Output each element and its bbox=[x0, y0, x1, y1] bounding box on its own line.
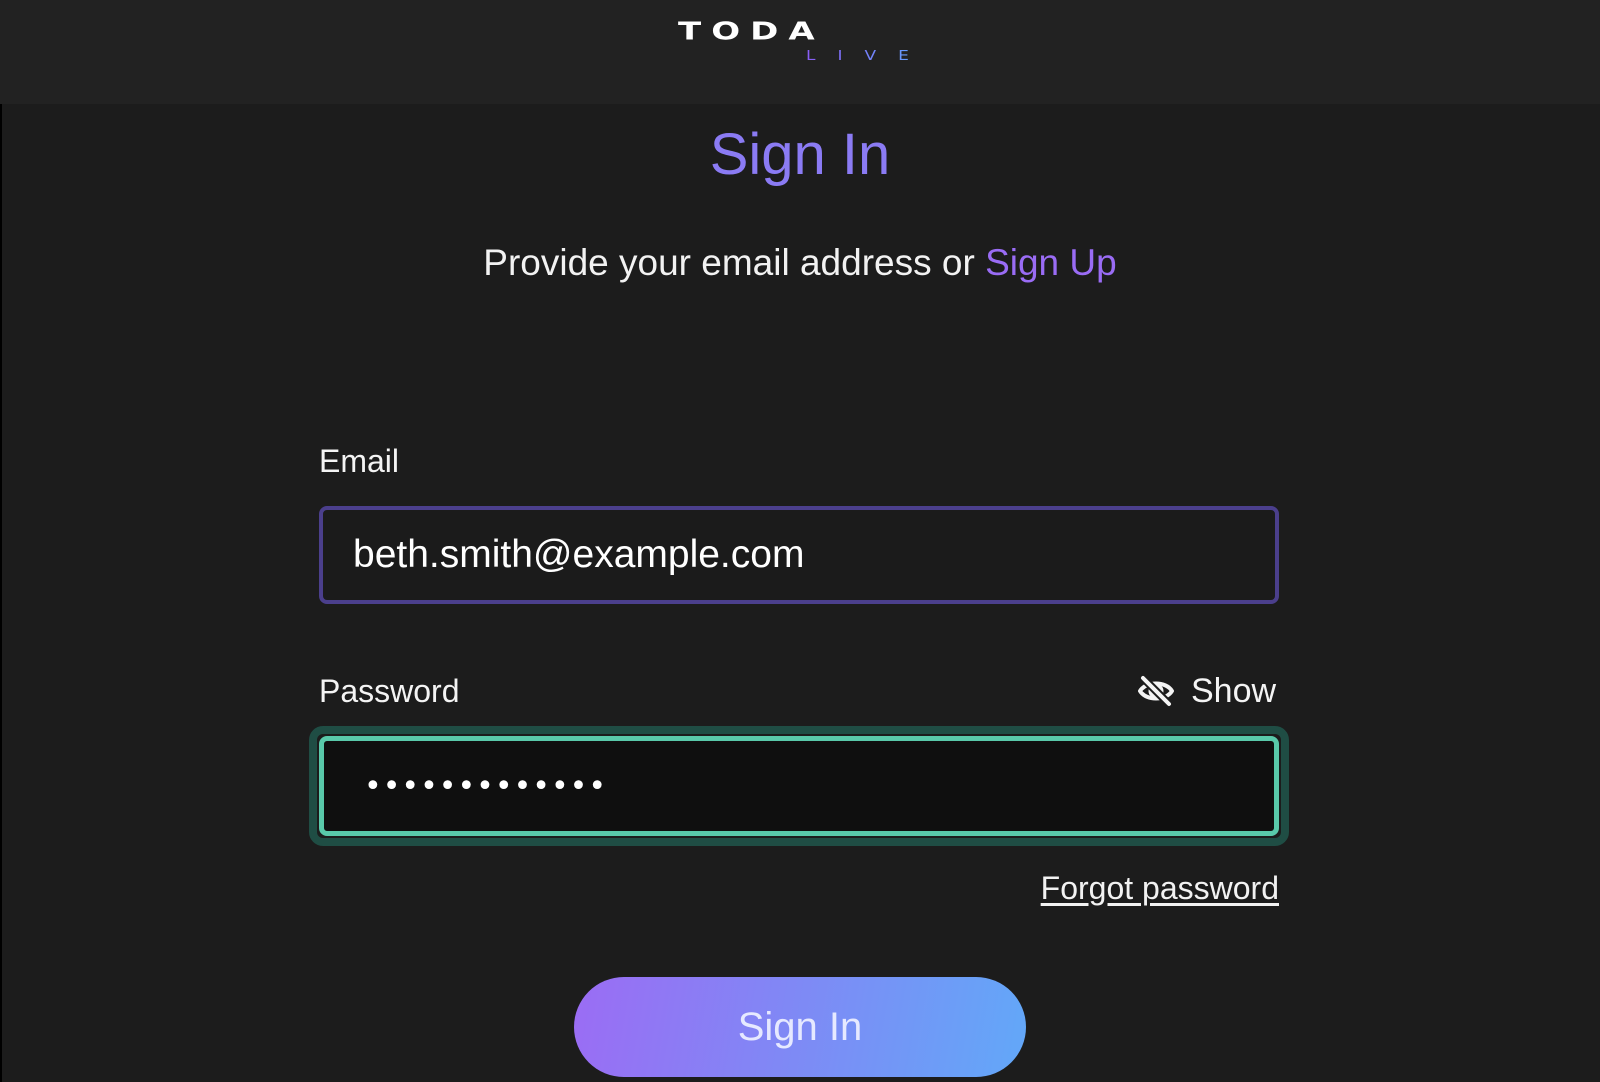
password-label: Password bbox=[319, 673, 460, 709]
eye-slash-icon bbox=[1137, 675, 1175, 707]
page-title: Sign In bbox=[709, 122, 891, 187]
show-password-label: Show bbox=[1191, 672, 1277, 710]
top-header: TODA LIVE bbox=[0, 0, 1600, 104]
subtitle-text: Provide your email address or bbox=[483, 242, 975, 283]
toda-live-logo[interactable]: TODA LIVE bbox=[678, 18, 922, 74]
sign-in-button[interactable]: Sign In bbox=[574, 977, 1026, 1077]
sign-up-link[interactable]: Sign Up bbox=[985, 242, 1117, 283]
password-field[interactable] bbox=[319, 736, 1279, 836]
forgot-password-link[interactable]: Forgot password bbox=[1000, 868, 1279, 908]
page-subtitle: Provide your email address or Sign Up bbox=[0, 240, 1600, 286]
show-password-toggle[interactable]: Show bbox=[1137, 669, 1276, 713]
sign-in-page: TODA LIVE Sign In Provide your email add… bbox=[0, 0, 1600, 1082]
password-focus-ring bbox=[309, 726, 1289, 846]
email-label: Email bbox=[319, 443, 400, 479]
email-field[interactable] bbox=[319, 506, 1279, 604]
logo-subtitle: LIVE bbox=[806, 48, 931, 64]
logo-wordmark: TODA bbox=[678, 17, 825, 47]
